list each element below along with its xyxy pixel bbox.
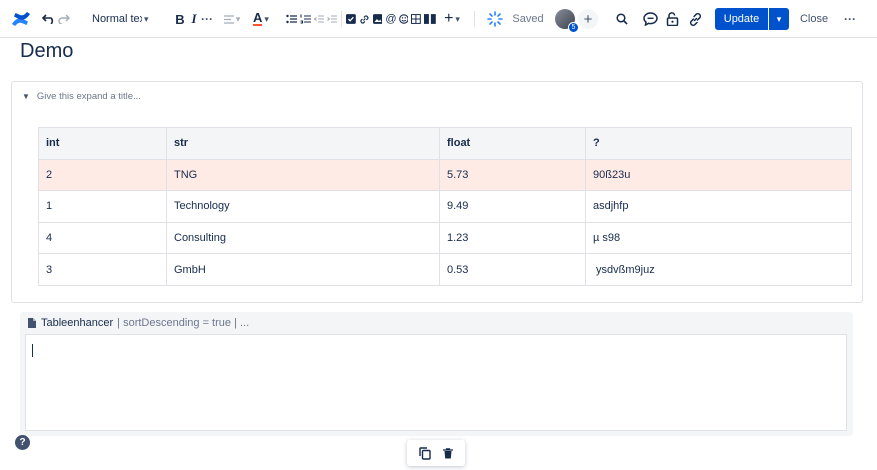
- table-cell[interactable]: asdjhfp: [585, 190, 852, 223]
- chevron-down-icon: ▾: [264, 13, 269, 24]
- table-cell[interactable]: 9.49: [439, 190, 586, 223]
- search-icon: [616, 13, 628, 25]
- collaborator-avatar[interactable]: 5: [555, 0, 579, 38]
- numbered-list-icon: [299, 14, 311, 24]
- link-icon: [360, 14, 369, 24]
- insert-buttons: @: [346, 0, 436, 38]
- align-left-icon: [223, 14, 234, 24]
- table-header-row: int str float ?: [38, 127, 852, 160]
- saving-spinner-icon: [486, 0, 504, 38]
- editor-toolbar: Normal text ▾ B I ··· ▾ A ▾ @ + ▾: [0, 0, 877, 38]
- invite-button[interactable]: +: [578, 0, 598, 38]
- toolbar-divider: [341, 11, 342, 27]
- confluence-logo-icon[interactable]: [10, 0, 32, 38]
- copy-link-button[interactable]: [686, 0, 704, 38]
- insert-more-button[interactable]: + ▾: [440, 0, 464, 38]
- layout-icon: [424, 14, 436, 24]
- indent-icon: [326, 15, 337, 23]
- alignment-button[interactable]: ▾: [220, 0, 244, 38]
- table-cell[interactable]: 1.23: [439, 221, 586, 255]
- save-status: Saved: [512, 13, 544, 25]
- table-icon: [411, 14, 422, 24]
- redo-icon[interactable]: [58, 14, 70, 24]
- trash-icon: [442, 447, 453, 458]
- macro-header: Tableenhancer | sortDescending = true | …: [28, 317, 249, 329]
- macro-name: Tableenhancer: [41, 317, 114, 329]
- restrictions-button[interactable]: [664, 0, 680, 38]
- chevron-down-icon[interactable]: ▼: [22, 92, 30, 101]
- table-cell[interactable]: 5.73: [439, 158, 586, 192]
- undo-redo-group: [42, 0, 70, 38]
- chevron-down-icon: ▾: [455, 13, 460, 24]
- tableenhancer-macro[interactable]: Tableenhancer | sortDescending = true | …: [20, 312, 853, 436]
- table-cell[interactable]: TNG: [166, 158, 440, 192]
- link-icon: [689, 12, 701, 26]
- table-cell[interactable]: Consulting: [166, 221, 440, 255]
- expand-block: ▼ Give this expand a title... int str fl…: [11, 81, 863, 303]
- table-cell[interactable]: 4: [38, 221, 167, 255]
- text-color-button[interactable]: A ▾: [250, 0, 272, 38]
- help-button[interactable]: ?: [15, 435, 30, 450]
- chevron-down-icon: ▾: [144, 13, 149, 24]
- toolbar-divider: [474, 11, 475, 27]
- table-cell[interactable]: GmbH: [166, 253, 440, 286]
- table-cell[interactable]: 3: [38, 253, 167, 286]
- macro-params: | sortDescending = true | ...: [117, 317, 250, 329]
- table-header-cell[interactable]: float: [439, 127, 586, 160]
- undo-icon[interactable]: [42, 14, 56, 24]
- unlock-icon: [666, 12, 678, 26]
- chevron-down-icon: ▾: [235, 13, 241, 24]
- checkbox-icon: [346, 14, 356, 24]
- page-title[interactable]: Demo: [20, 40, 73, 63]
- update-options-button[interactable]: ▾: [769, 8, 789, 30]
- expand-title-input[interactable]: Give this expand a title...: [37, 91, 141, 102]
- text-cursor: [32, 344, 33, 357]
- table-header-cell[interactable]: ?: [585, 127, 852, 160]
- table-cell[interactable]: 1: [38, 190, 167, 223]
- close-button[interactable]: Close: [797, 0, 831, 38]
- expand-header[interactable]: ▼ Give this expand a title...: [22, 91, 141, 102]
- list-buttons: [282, 0, 340, 38]
- delete-button[interactable]: [439, 444, 457, 462]
- comment-icon: [642, 12, 658, 26]
- table-header-cell[interactable]: str: [166, 127, 440, 160]
- italic-button[interactable]: I: [188, 0, 200, 38]
- copy-button[interactable]: [416, 444, 434, 462]
- table-header-cell[interactable]: int: [38, 127, 167, 160]
- table-cell[interactable]: ysdvßm9juz: [585, 253, 852, 286]
- bold-button[interactable]: B: [174, 0, 186, 38]
- update-button[interactable]: Update: [715, 8, 768, 30]
- table-cell[interactable]: 0.53: [439, 253, 586, 286]
- plus-icon: +: [578, 9, 598, 29]
- text-style-dropdown[interactable]: Normal text ▾: [92, 0, 154, 38]
- table-row: 3 GmbH 0.53 ysdvßm9juz: [38, 253, 852, 286]
- text-style-label: Normal text: [92, 13, 142, 25]
- table-cell[interactable]: 2: [38, 158, 167, 192]
- find-replace-button[interactable]: [614, 0, 630, 38]
- outdent-icon: [313, 15, 324, 23]
- document-icon: [28, 318, 36, 328]
- copy-icon: [418, 446, 431, 460]
- table-cell[interactable]: µ s98: [585, 221, 852, 255]
- inline-comment-button[interactable]: [641, 0, 659, 38]
- table-row: 1 Technology 9.49 asdjhfp: [38, 190, 852, 223]
- data-table: int str float ? 2 TNG 5.73 90ß23u 1 Tech…: [38, 127, 852, 286]
- bullet-list-icon: [285, 14, 297, 24]
- more-formatting-button[interactable]: ···: [200, 0, 214, 38]
- text-color-icon: A: [253, 10, 263, 26]
- more-actions-button[interactable]: ···: [842, 0, 858, 38]
- table-cell[interactable]: Technology: [166, 190, 440, 223]
- plus-icon: +: [444, 10, 454, 27]
- emoji-icon: [398, 14, 409, 24]
- chevron-down-icon: ▾: [776, 13, 782, 24]
- macro-body-editor[interactable]: [25, 334, 847, 431]
- table-cell[interactable]: 90ß23u: [585, 158, 852, 192]
- avatar: 5: [555, 9, 579, 33]
- macro-floating-toolbar: [407, 440, 465, 466]
- table-row: 2 TNG 5.73 90ß23u: [38, 158, 852, 192]
- image-icon: [372, 14, 383, 24]
- mention-icon: @: [385, 13, 397, 25]
- table-row: 4 Consulting 1.23 µ s98: [38, 221, 852, 255]
